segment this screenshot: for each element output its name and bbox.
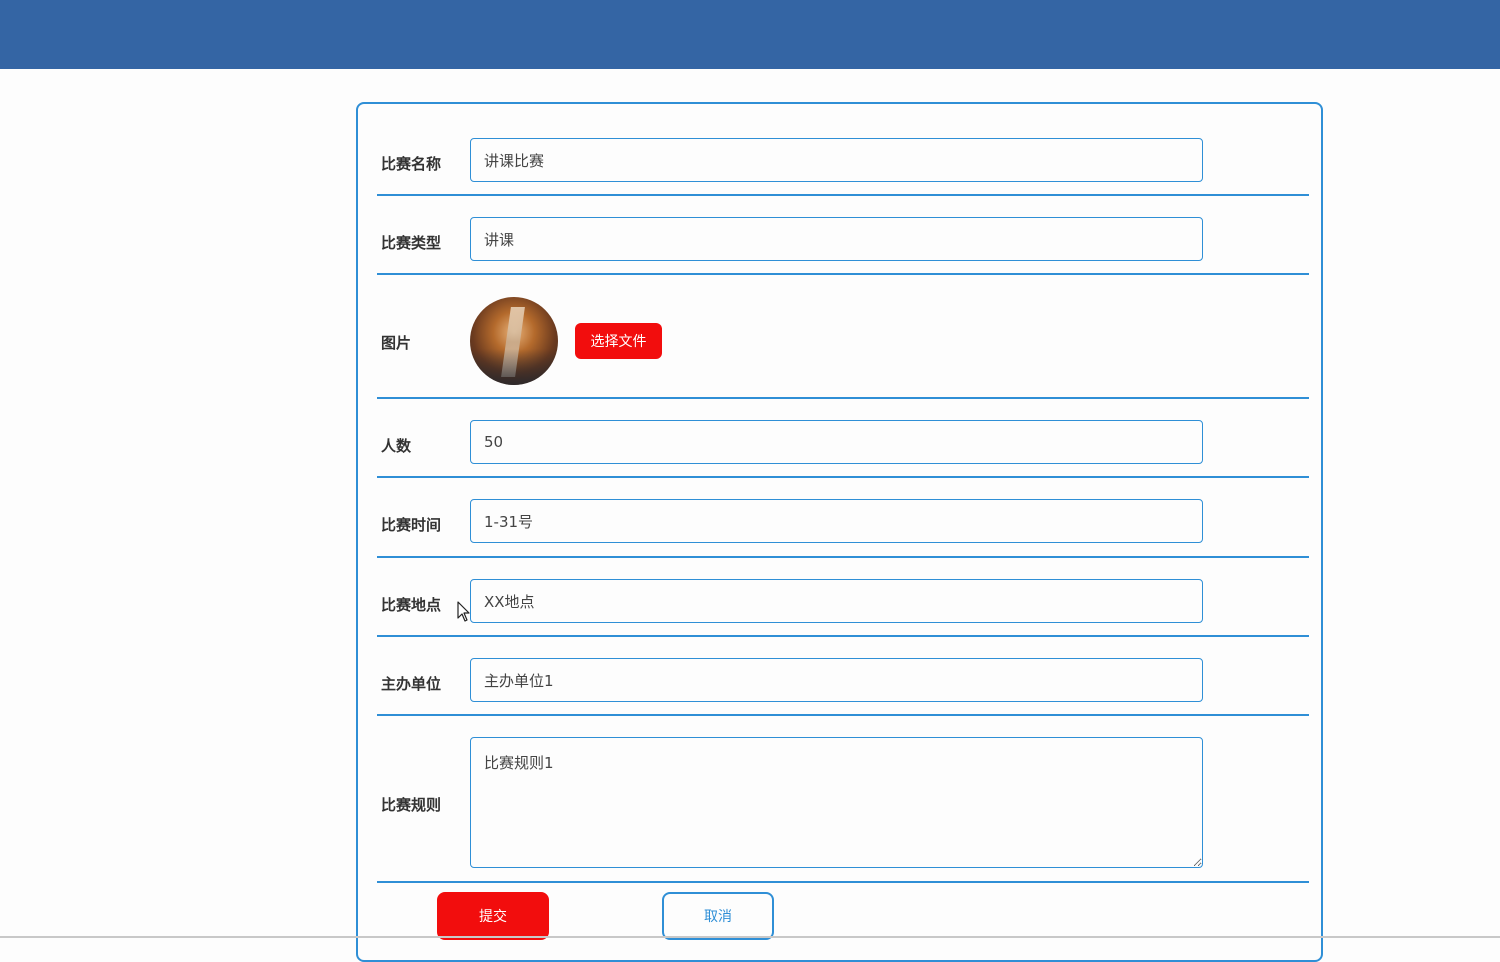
top-header-bar <box>0 0 1500 69</box>
name-input[interactable] <box>470 138 1203 182</box>
name-label: 比赛名称 <box>381 155 442 173</box>
type-label: 比赛类型 <box>381 234 442 252</box>
time-label: 比赛时间 <box>381 516 442 534</box>
form-row-type: 比赛类型 <box>377 196 1309 275</box>
form-row-rules: 比赛规则 比赛规则1 <box>377 716 1309 883</box>
choose-file-button[interactable]: 选择文件 <box>575 323 662 359</box>
form-row-image: 图片 选择文件 <box>377 275 1309 399</box>
form-row-organizer: 主办单位 <box>377 637 1309 716</box>
location-label: 比赛地点 <box>381 596 442 614</box>
form-row-time: 比赛时间 <box>377 478 1309 558</box>
rules-textarea[interactable]: 比赛规则1 <box>470 737 1203 868</box>
form-row-location: 比赛地点 <box>377 558 1309 637</box>
count-label: 人数 <box>381 437 412 455</box>
organizer-label: 主办单位 <box>381 675 442 693</box>
location-input[interactable] <box>470 579 1203 623</box>
cancel-button[interactable]: 取消 <box>662 892 774 940</box>
image-label: 图片 <box>381 334 412 352</box>
count-input[interactable] <box>470 420 1203 464</box>
poster-thumbnail-image <box>470 297 558 385</box>
form-row-name: 比赛名称 <box>377 104 1309 196</box>
time-input[interactable] <box>470 499 1203 543</box>
competition-form: 比赛名称 比赛类型 图片 选择文件 人数 比赛时间 比赛地点 主办单位 比赛规则… <box>356 102 1323 962</box>
organizer-input[interactable] <box>470 658 1203 702</box>
submit-button[interactable]: 提交 <box>437 892 549 940</box>
mouse-pointer-icon <box>457 601 470 622</box>
rules-label: 比赛规则 <box>381 796 442 814</box>
form-row-count: 人数 <box>377 399 1309 478</box>
type-input[interactable] <box>470 217 1203 261</box>
